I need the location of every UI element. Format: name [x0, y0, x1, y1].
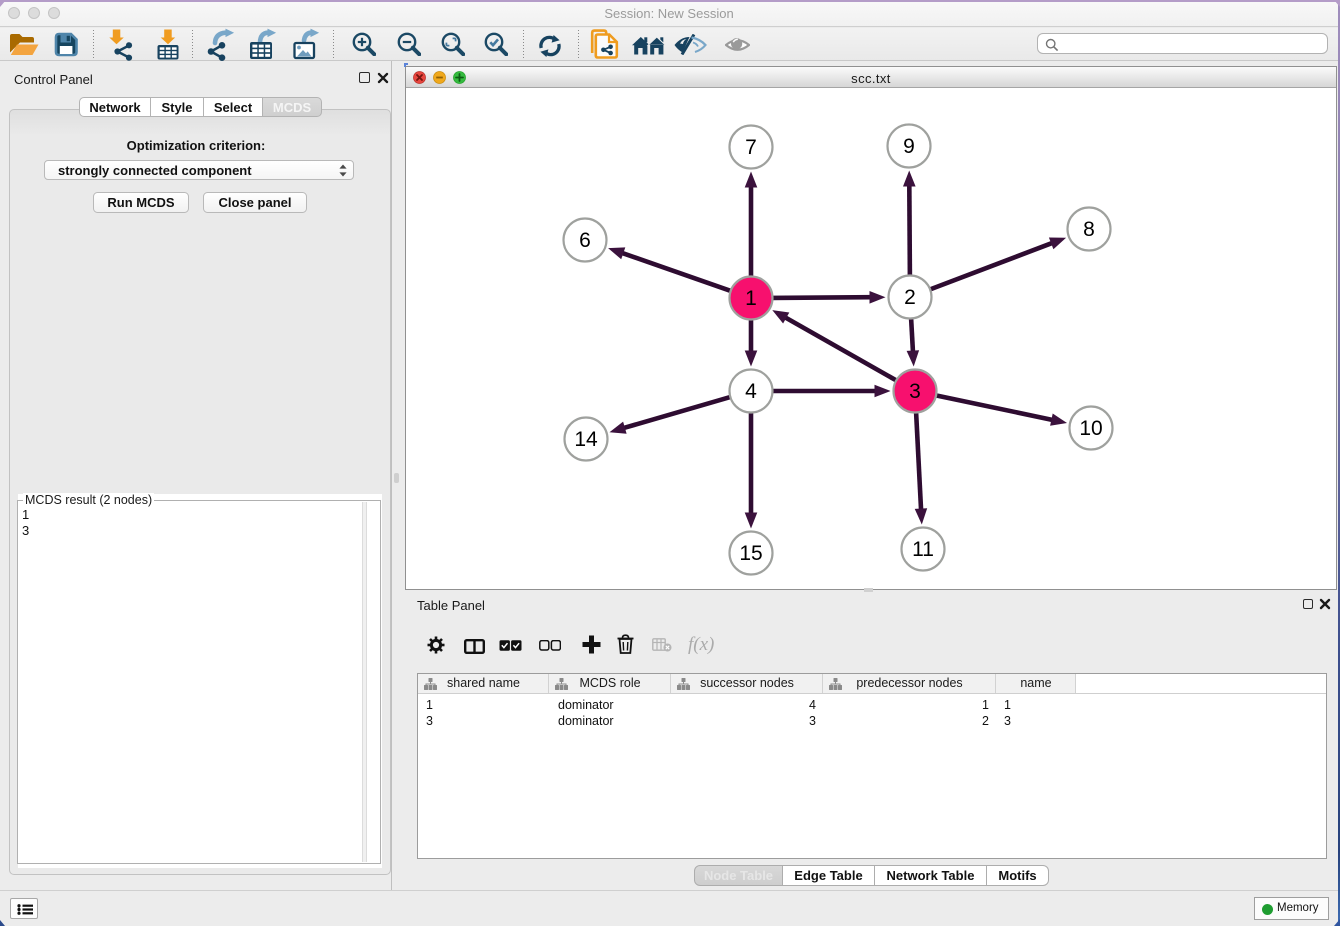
svg-text:15: 15 [739, 542, 762, 565]
svg-text:6: 6 [579, 229, 591, 252]
svg-text:1: 1 [745, 287, 757, 310]
svg-text:7: 7 [745, 136, 757, 159]
svg-text:11: 11 [912, 538, 934, 561]
svg-text:4: 4 [745, 380, 757, 403]
svg-text:14: 14 [574, 428, 598, 451]
svg-text:3: 3 [909, 380, 921, 403]
svg-text:10: 10 [1079, 417, 1102, 440]
svg-text:9: 9 [903, 135, 915, 158]
svg-text:2: 2 [904, 286, 916, 309]
svg-text:8: 8 [1083, 218, 1095, 241]
